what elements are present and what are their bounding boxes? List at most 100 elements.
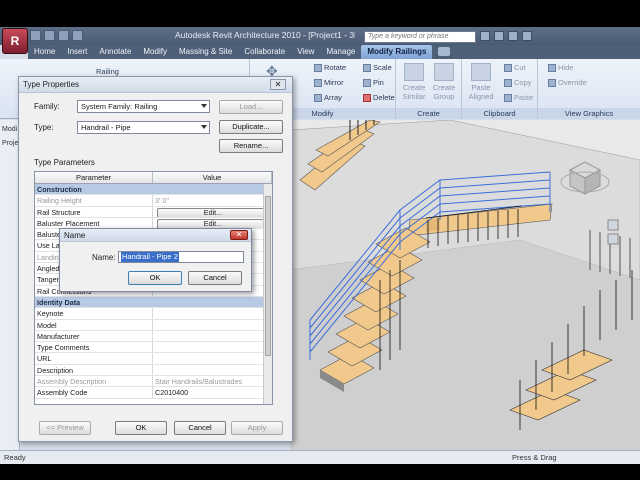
load-button[interactable]: Load... [219,100,283,114]
help-icon[interactable] [522,31,532,41]
3d-view[interactable] [290,120,640,450]
tab-modify-railings[interactable]: Modify Railings [361,45,433,59]
cut-button[interactable]: Cut [504,63,526,72]
type-select[interactable]: Handrail - Pipe [77,121,210,134]
close-icon[interactable]: ✕ [230,230,248,240]
apply-button[interactable]: Apply [231,421,283,435]
grid-header: Parameter Value [35,172,272,184]
tab-home[interactable]: Home [28,45,61,59]
chevron-down-icon [201,125,207,129]
parameter-cell: Rail Structure [35,206,153,217]
parameter-cell: Assembly Code [35,387,153,398]
create-group-button[interactable]: Create Group [430,63,458,101]
value-cell[interactable] [153,331,272,341]
table-row[interactable]: Assembly Code C2010400 [35,387,272,399]
override-button[interactable]: Override [548,78,587,87]
paste-aligned-button[interactable]: Paste Aligned [466,63,496,101]
name-cancel-button[interactable]: Cancel [188,271,242,285]
tab-massing-site[interactable]: Massing & Site [173,45,238,59]
name-input[interactable]: Handrail - Pipe 2 [118,251,244,263]
family-select[interactable]: System Family: Railing [77,100,210,113]
ribbon-minimize-icon[interactable] [438,47,451,56]
status-text: Ready [4,453,26,462]
revit-window: R Autodesk Revit Architecture 2010 - [Pr… [0,0,640,480]
table-row[interactable]: URL [35,353,272,365]
value-cell[interactable]: C2010400 [153,387,272,397]
value-cell[interactable]: 3' 0" [153,195,272,205]
value-cell[interactable]: Edit... [153,218,272,229]
open-icon[interactable] [30,30,41,41]
undo-icon[interactable] [58,30,69,41]
redo-icon[interactable] [72,30,83,41]
mirror-button[interactable]: Mirror [314,78,344,87]
column-header-parameter[interactable]: Parameter [35,172,153,183]
edit-button[interactable]: Edit... [157,207,269,217]
binoculars-icon[interactable] [480,31,490,41]
close-icon[interactable]: ✕ [270,79,286,90]
tab-view[interactable]: View [291,45,320,59]
ribbon-tab-bar: Home Insert Annotate Modify Massing & Si… [28,45,640,59]
ribbon-panel-view-graphics: Hide Override View Graphics [538,59,640,119]
tab-modify[interactable]: Modify [137,45,173,59]
table-row[interactable]: Description [35,364,272,377]
edit-button[interactable]: Edit... [157,218,269,229]
parameter-cell: Identity Data [37,297,81,307]
save-icon[interactable] [44,30,55,41]
title-bar-icons [480,31,532,41]
value-cell[interactable] [153,320,272,330]
grid-group-row[interactable]: Identity Data [35,296,272,309]
rename-button[interactable]: Rename... [219,139,283,153]
tab-collaborate[interactable]: Collaborate [238,45,291,59]
duplicate-button[interactable]: Duplicate... [219,120,283,134]
view-graphics-panel-label: View Graphics [538,108,640,119]
status-press-drag[interactable]: Press & Drag [512,453,557,462]
letterbox-bottom [0,464,640,480]
cut-icon [504,63,512,72]
cancel-button[interactable]: Cancel [174,421,226,435]
array-button[interactable]: Array [314,93,342,102]
star-icon[interactable] [508,31,518,41]
delete-button[interactable]: Delete [363,93,395,102]
value-cell[interactable] [153,342,272,352]
scrollbar-thumb[interactable] [265,196,271,356]
table-row[interactable]: Model [35,319,272,331]
value-cell[interactable] [153,365,272,375]
table-row[interactable]: Type Comments [35,342,272,354]
paste-button[interactable]: Paste [504,93,533,102]
parameter-cell: URL [35,353,153,364]
subscription-icon[interactable] [494,31,504,41]
mirror-icon [314,78,322,87]
pin-button[interactable]: Pin [363,78,384,87]
grid-scrollbar[interactable] [263,184,272,404]
rotate-button[interactable]: Rotate [314,63,346,72]
scale-button[interactable]: Scale [363,63,392,72]
override-icon [548,78,556,87]
value-cell[interactable] [153,308,272,318]
hide-button[interactable]: Hide [548,63,573,72]
table-row[interactable]: Manufacturer [35,330,272,343]
table-row[interactable]: Assembly Description Stair Handrails/Balu… [35,376,272,388]
project-browser-label: Proje [2,140,19,147]
ribbon-panel-create: Create Similar Create Group Create [396,59,462,119]
ok-button[interactable]: OK [115,421,167,435]
table-row[interactable]: Rail Structure Edit... [35,206,272,218]
value-cell[interactable]: Stair Handrails/Balustrades [153,376,272,386]
application-menu-button[interactable]: R [2,28,28,54]
column-header-value[interactable]: Value [153,172,272,183]
table-row[interactable]: Keynote [35,308,272,320]
table-row[interactable]: Railing Height 3' 0" [35,195,272,207]
preview-button[interactable]: << Preview [39,421,91,435]
grid-group-row[interactable]: Construction [35,184,272,196]
create-similar-icon [404,63,424,81]
search-input[interactable]: Type a keyword or phrase [364,31,476,43]
modify-label: Modi [2,126,18,133]
parameter-cell: Baluster Placement [35,217,153,229]
tab-annotate[interactable]: Annotate [93,45,137,59]
create-similar-button[interactable]: Create Similar [400,63,428,101]
tab-insert[interactable]: Insert [61,45,93,59]
value-cell[interactable]: Edit... [153,207,272,217]
name-ok-button[interactable]: OK [128,271,182,285]
tab-manage[interactable]: Manage [320,45,361,59]
copy-button[interactable]: Copy [504,78,532,87]
value-cell[interactable] [153,353,272,363]
